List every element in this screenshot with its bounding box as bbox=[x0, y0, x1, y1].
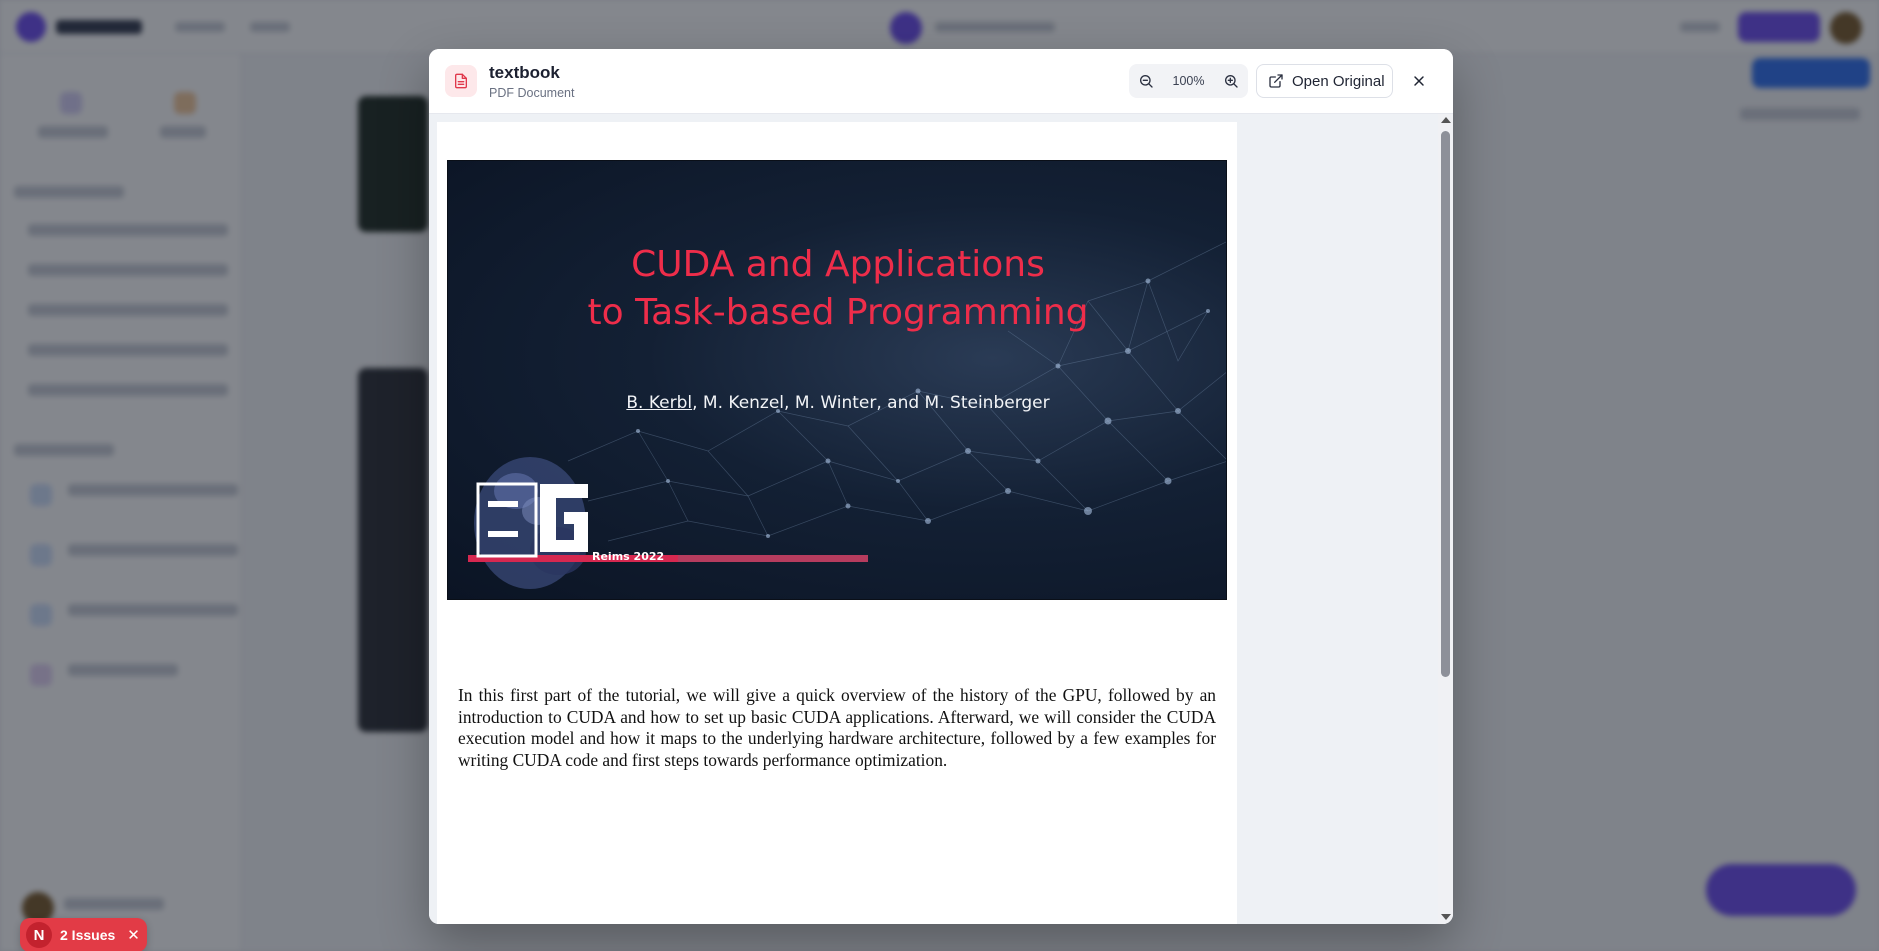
zoom-in-button[interactable] bbox=[1214, 64, 1248, 98]
zoom-controls: 100% bbox=[1129, 64, 1248, 98]
document-type: PDF Document bbox=[489, 86, 575, 100]
scroll-down-arrow-icon[interactable] bbox=[1441, 914, 1451, 920]
slide-title-line: to Task-based Programming bbox=[587, 292, 1089, 333]
open-original-label: Open Original bbox=[1292, 72, 1385, 90]
dev-tools-icon: N bbox=[26, 922, 52, 948]
close-modal-button[interactable] bbox=[1405, 67, 1433, 95]
open-original-button[interactable]: Open Original bbox=[1256, 64, 1393, 98]
slide-authors: B. Kerbl, M. Kenzel, M. Winter, and M. S… bbox=[448, 393, 1226, 413]
issues-count-label: 2 Issues bbox=[60, 927, 116, 943]
title-slide-image: CUDA and Applications to Task-based Prog… bbox=[447, 160, 1227, 600]
issues-badge[interactable]: N 2 Issues ✕ bbox=[20, 918, 147, 951]
external-link-icon bbox=[1269, 74, 1283, 88]
document-title: textbook bbox=[489, 63, 560, 82]
zoom-level: 100% bbox=[1172, 74, 1205, 88]
slide-title-line: CUDA and Applications bbox=[631, 244, 1045, 285]
event-label: Reims 2022 bbox=[592, 550, 665, 563]
vertical-scrollbar[interactable] bbox=[1438, 114, 1453, 924]
first-author: B. Kerbl bbox=[626, 393, 693, 413]
scroll-up-arrow-icon[interactable] bbox=[1441, 117, 1451, 123]
slide-title: CUDA and Applications to Task-based Prog… bbox=[448, 241, 1226, 337]
close-icon[interactable]: ✕ bbox=[127, 926, 140, 944]
zoom-in-icon bbox=[1225, 75, 1238, 88]
pdf-viewer[interactable]: CUDA and Applications to Task-based Prog… bbox=[429, 114, 1453, 924]
eurographics-logo bbox=[468, 457, 868, 589]
pdf-file-icon bbox=[445, 65, 477, 97]
document-paragraph: In this first part of the tutorial, we w… bbox=[458, 685, 1216, 770]
modal-header: textbook PDF Document 100% Open Original bbox=[429, 49, 1453, 114]
pdf-page: CUDA and Applications to Task-based Prog… bbox=[437, 122, 1237, 924]
zoom-out-button[interactable] bbox=[1129, 64, 1163, 98]
other-authors: , M. Kenzel, M. Winter, and M. Steinberg… bbox=[692, 393, 1050, 413]
zoom-out-icon bbox=[1140, 75, 1153, 88]
close-icon bbox=[1414, 76, 1424, 86]
document-preview-modal: textbook PDF Document 100% Open Original bbox=[429, 49, 1453, 924]
scrollbar-thumb[interactable] bbox=[1441, 131, 1450, 677]
